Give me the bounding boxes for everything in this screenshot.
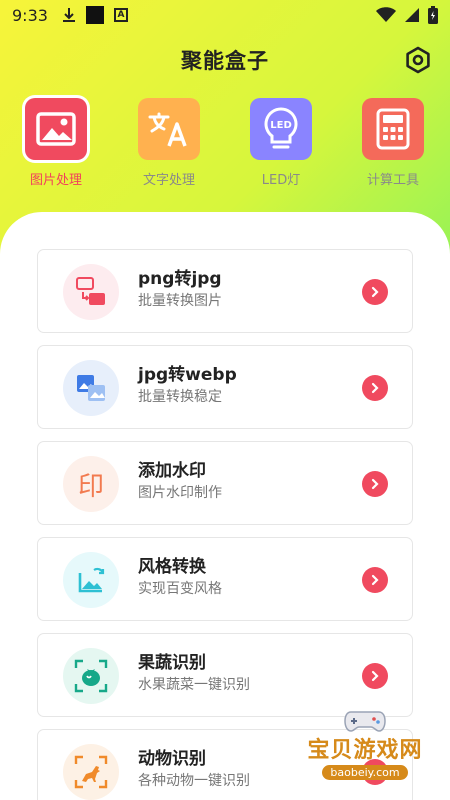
card-title: jpg转webp	[138, 365, 237, 385]
card-subtitle: 实现百变风格	[138, 581, 222, 597]
calculator-icon	[362, 98, 424, 160]
tool-label: 图片处理	[29, 173, 82, 188]
gamepad-icon	[344, 711, 386, 732]
card-subtitle: 水果蔬菜一键识别	[138, 677, 250, 693]
settings-hexagon-icon	[406, 46, 430, 74]
tool-label: 计算工具	[366, 173, 419, 188]
page-title: 聚能盒子	[181, 49, 269, 73]
card-subtitle: 批量转换图片	[138, 293, 222, 309]
feature-card-png-to-jpg[interactable]: png转jpg 批量转换图片	[37, 249, 413, 333]
app-bar: 聚能盒子	[0, 38, 450, 82]
chevron-right-icon[interactable]	[362, 567, 388, 593]
chevron-right-icon[interactable]	[362, 279, 388, 305]
card-title: 果蔬识别	[138, 653, 206, 673]
site-watermark: 宝贝游戏网 baobeiy.com	[300, 700, 430, 788]
signal-icon	[405, 8, 419, 22]
card-subtitle: 批量转换稳定	[138, 389, 222, 405]
card-title: 风格转换	[138, 557, 206, 577]
wifi-icon	[376, 7, 396, 22]
seal-glyph: 印	[77, 471, 104, 502]
tool-calculator[interactable]: 计算工具	[348, 98, 438, 188]
tool-image-processing[interactable]: 图片处理	[11, 98, 101, 188]
card-subtitle: 图片水印制作	[138, 485, 222, 501]
tool-led-light[interactable]: LED LED灯	[236, 98, 326, 188]
watermark-url: baobeiy.com	[322, 765, 408, 780]
battery-icon	[428, 6, 438, 24]
png-to-jpg-icon	[63, 264, 119, 320]
settings-button[interactable]	[402, 44, 434, 76]
chevron-right-icon[interactable]	[362, 663, 388, 689]
led-bulb-icon: LED	[250, 98, 312, 160]
tool-label: 文字处理	[142, 173, 195, 188]
tool-categories: 图片处理 文字处理 LED LED灯 计算工具	[0, 98, 450, 193]
chevron-right-icon[interactable]	[362, 471, 388, 497]
feature-card-add-watermark[interactable]: 印 添加水印 图片水印制作	[37, 441, 413, 525]
status-bar: 9:33 A	[0, 0, 450, 30]
translate-icon	[138, 98, 200, 160]
image-icon	[25, 98, 87, 160]
animal-scan-icon	[63, 744, 119, 800]
led-icon-text: LED	[270, 120, 292, 131]
watermark-title: 宝贝游戏网	[307, 738, 423, 763]
card-subtitle: 各种动物一键识别	[138, 773, 250, 789]
status-time: 9:33	[12, 5, 48, 25]
watermark-seal-icon: 印	[63, 456, 119, 512]
fruit-scan-icon	[63, 648, 119, 704]
tool-text-processing[interactable]: 文字处理	[124, 98, 214, 188]
tool-label: LED灯	[261, 173, 301, 188]
a-badge-icon: A	[113, 8, 128, 22]
card-title: png转jpg	[138, 269, 222, 289]
chevron-right-icon[interactable]	[362, 375, 388, 401]
feature-card-jpg-to-webp[interactable]: jpg转webp 批量转换稳定	[37, 345, 413, 429]
style-transfer-icon	[63, 552, 119, 608]
jpg-to-webp-icon	[63, 360, 119, 416]
feature-card-style-transfer[interactable]: 风格转换 实现百变风格	[37, 537, 413, 621]
card-title: 动物识别	[138, 749, 206, 769]
card-title: 添加水印	[138, 461, 206, 481]
download-icon	[62, 8, 75, 22]
notification-square-icon	[85, 6, 104, 24]
